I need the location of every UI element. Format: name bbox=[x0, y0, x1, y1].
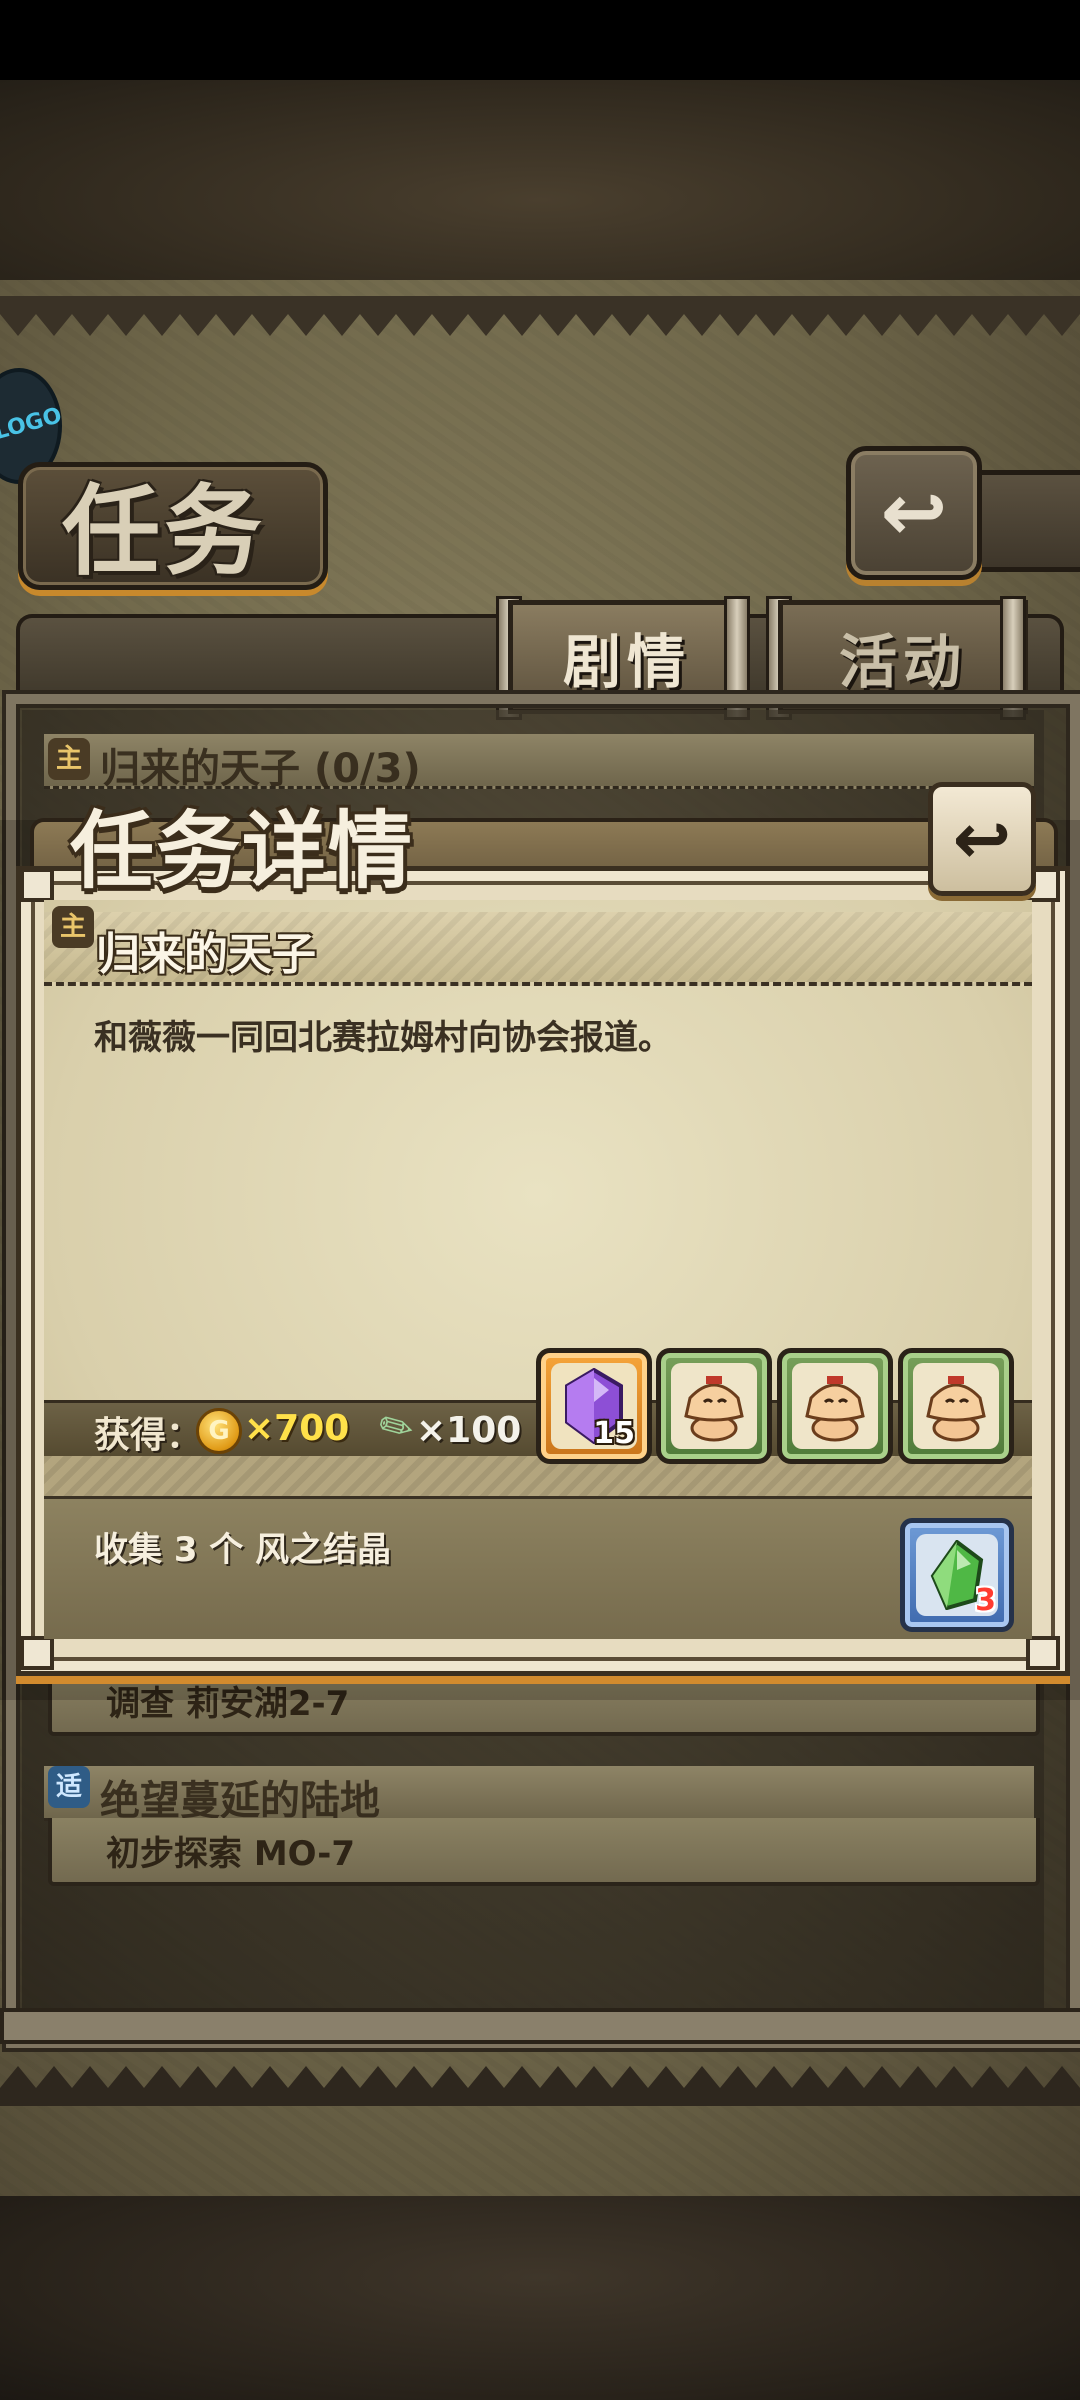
quest-entry-objective[interactable]: 初步探索 MO-7 bbox=[48, 1818, 1040, 1886]
page-title: 任务 bbox=[62, 475, 267, 589]
frame-corner bbox=[1026, 1636, 1060, 1670]
objective-text: 收集 3 个 风之结晶 bbox=[94, 1530, 392, 1570]
quest-detail-title: 归来的天子 bbox=[96, 929, 316, 980]
zigzag-edge-top bbox=[0, 296, 1080, 336]
objective-item-wind-crystal[interactable]: 3 bbox=[900, 1518, 1014, 1632]
bottom-background-band bbox=[0, 2196, 1080, 2400]
logo-text: LOGO bbox=[0, 402, 65, 445]
reward-label: 获得： bbox=[94, 1415, 203, 1456]
frame-corner bbox=[20, 1636, 54, 1670]
item-frame bbox=[792, 1363, 878, 1449]
list-bottom-rail bbox=[0, 2008, 1080, 2044]
quest-objective-text: 初步探索 MO-7 bbox=[106, 1834, 355, 1874]
status-bar bbox=[0, 0, 1080, 80]
gold-amount: ×700 bbox=[244, 1408, 350, 1449]
item-quantity: 3 bbox=[975, 1583, 996, 1618]
item-frame bbox=[913, 1363, 999, 1449]
exp-amount: ×100 bbox=[416, 1410, 522, 1451]
quest-entry-header[interactable]: 主 归来的天子 (0/3) bbox=[44, 734, 1034, 792]
modal-title: 任务详情 bbox=[70, 802, 415, 900]
top-right-bar bbox=[966, 470, 1080, 572]
reward-item-doll[interactable] bbox=[898, 1348, 1014, 1464]
back-button[interactable]: ↩ bbox=[846, 446, 982, 580]
modal-close-button[interactable]: ↩ bbox=[928, 782, 1036, 896]
main-quest-tag: 主 bbox=[52, 906, 94, 948]
quest-entry-header[interactable]: 适 绝望蔓延的陆地 bbox=[44, 1766, 1034, 1824]
doll-figure-icon bbox=[684, 1376, 744, 1442]
doll-figure-icon bbox=[805, 1376, 865, 1442]
reward-item-doll[interactable] bbox=[656, 1348, 772, 1464]
reward-item-crystal[interactable]: 15 bbox=[536, 1348, 652, 1464]
quest-description: 和薇薇一同回北赛拉姆村向协会报道。 bbox=[94, 1018, 672, 1058]
frame-corner bbox=[20, 868, 54, 902]
item-frame bbox=[671, 1363, 757, 1449]
item-frame: 3 bbox=[916, 1534, 998, 1618]
item-quantity: 15 bbox=[593, 1416, 635, 1451]
return-arrow-icon: ↩ bbox=[952, 798, 1012, 880]
return-arrow-icon: ↩ bbox=[880, 466, 948, 559]
zigzag-edge-bottom bbox=[0, 2066, 1080, 2106]
item-frame: 15 bbox=[551, 1363, 637, 1451]
gold-coin-icon: G bbox=[196, 1408, 242, 1454]
tab-story-label: 剧情 bbox=[562, 628, 691, 696]
main-quest-tag: 主 bbox=[48, 738, 90, 780]
top-background-band bbox=[0, 80, 1080, 280]
doll-figure-icon bbox=[926, 1376, 986, 1442]
side-quest-tag: 适 bbox=[48, 1766, 90, 1808]
reward-item-doll[interactable] bbox=[777, 1348, 893, 1464]
tab-event-label: 活动 bbox=[838, 628, 967, 696]
